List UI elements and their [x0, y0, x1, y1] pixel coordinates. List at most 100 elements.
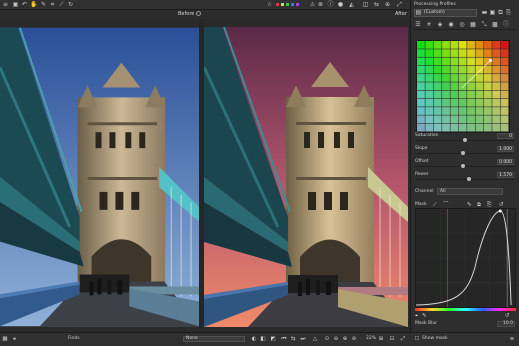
color-grid-cell[interactable]: [458, 41, 467, 49]
color-grid-cell[interactable]: [475, 74, 484, 82]
color-grid-cell[interactable]: [483, 82, 492, 91]
profile-select[interactable]: (Custom): [414, 9, 477, 17]
color-grid-cell[interactable]: [467, 65, 475, 74]
next-image-icon[interactable]: ⏭: [300, 336, 306, 342]
color-grid-cell[interactable]: [467, 74, 475, 82]
color-grid-cell[interactable]: [433, 49, 442, 57]
flip-icon[interactable]: ⇆: [373, 1, 380, 8]
reset-curve-icon[interactable]: ↺: [505, 313, 510, 319]
color-grid-cell[interactable]: [458, 115, 467, 124]
wb-picker-icon[interactable]: ✎: [40, 1, 47, 8]
slider-offset[interactable]: Offset 0.000: [414, 159, 517, 168]
after-image[interactable]: [204, 27, 408, 327]
color-grid-cell[interactable]: [433, 74, 442, 82]
color-grid-cell[interactable]: [425, 41, 434, 49]
color-grid-cell[interactable]: [417, 74, 425, 82]
color-grid-cell[interactable]: [492, 107, 501, 115]
slider-knob[interactable]: [462, 138, 467, 142]
color-grid-cell[interactable]: [500, 107, 509, 115]
slider-saturation[interactable]: Saturation 0: [414, 133, 517, 142]
navigator-icon[interactable]: ⊕: [384, 1, 391, 8]
color-grid-cell[interactable]: [483, 74, 492, 82]
color-grid-cell[interactable]: [442, 74, 450, 82]
color-label-yellow[interactable]: [281, 3, 284, 6]
crop-icon[interactable]: ⌗: [49, 1, 56, 8]
show-mask-checkbox[interactable]: ☐: [414, 336, 420, 342]
color-grid-cell[interactable]: [492, 57, 501, 66]
color-grid-cell[interactable]: [433, 107, 442, 115]
before-lock-icon[interactable]: [196, 11, 202, 16]
curve-point[interactable]: [498, 209, 502, 213]
color-grid-cell[interactable]: [425, 57, 434, 66]
color-grid-cell[interactable]: [500, 65, 509, 74]
color-grid-cell[interactable]: [433, 41, 442, 49]
expand-icon[interactable]: ⤢: [400, 336, 406, 342]
color-grid-cell[interactable]: [492, 65, 501, 74]
slider-knob[interactable]: [460, 151, 465, 155]
color-grid-cell[interactable]: [450, 49, 459, 57]
film-icon[interactable]: ▦: [2, 336, 8, 342]
hand-icon[interactable]: ✋: [30, 1, 37, 8]
color-grid-cell[interactable]: [492, 123, 501, 132]
tab-detail-icon[interactable]: ◈: [436, 21, 444, 29]
tab-favorites-icon[interactable]: ☰: [414, 21, 422, 29]
color-label-blue[interactable]: [291, 3, 294, 6]
color-grid-cell[interactable]: [442, 57, 450, 66]
tab-color-icon[interactable]: ◉: [447, 21, 455, 29]
color-grid-cell[interactable]: [492, 49, 501, 57]
color-grid-cell[interactable]: [467, 57, 475, 66]
color-grid-cell[interactable]: [425, 49, 434, 57]
zoom-fit-icon[interactable]: ⊙: [324, 336, 330, 342]
color-grid-cell[interactable]: [425, 74, 434, 82]
channel-select[interactable]: All: [437, 188, 503, 195]
color-grid-cell[interactable]: [450, 74, 459, 82]
color-grid-cell[interactable]: [442, 82, 450, 91]
color-grid-cell[interactable]: [417, 57, 425, 66]
save-profile-icon[interactable]: ▣: [489, 9, 496, 17]
pencil-icon[interactable]: ✎: [422, 313, 427, 319]
color-grid-cell[interactable]: [492, 90, 501, 99]
histogram-icon[interactable]: ◭: [348, 1, 355, 8]
color-grid-cell[interactable]: [442, 123, 450, 132]
prev-image-icon[interactable]: ⏮: [281, 336, 287, 342]
color-grid-cell[interactable]: [458, 107, 467, 115]
fullscreen-icon[interactable]: ⤢: [396, 1, 403, 8]
color-grid-cell[interactable]: [483, 115, 492, 124]
color-grid-cell[interactable]: [483, 41, 492, 49]
color-grid-cell[interactable]: [458, 57, 467, 66]
color-shift-handle[interactable]: [488, 59, 492, 63]
color-grid-cell[interactable]: [467, 107, 475, 115]
reject-icon[interactable]: ⊗: [317, 1, 324, 8]
tab-exposure-icon[interactable]: ☀: [425, 21, 433, 29]
color-grid-cell[interactable]: [433, 90, 442, 99]
color-grid-cell[interactable]: [417, 82, 425, 91]
color-grid-cell[interactable]: [475, 41, 484, 49]
color-grid-cell[interactable]: [467, 49, 475, 57]
color-grid-cell[interactable]: [433, 57, 442, 66]
color-grid-cell[interactable]: [425, 107, 434, 115]
color-grid-cell[interactable]: [467, 115, 475, 124]
sync-icon[interactable]: ⇆: [290, 336, 296, 342]
color-grid-cell[interactable]: [450, 65, 459, 74]
color-grid-cell[interactable]: [442, 90, 450, 99]
color-grid-cell[interactable]: [492, 115, 501, 124]
color-grid-cell[interactable]: [417, 90, 425, 99]
color-grid-cell[interactable]: [475, 107, 484, 115]
undo-icon[interactable]: ↶: [21, 1, 28, 8]
color-grid-cell[interactable]: [458, 98, 467, 107]
color-grid-cell[interactable]: [475, 57, 484, 66]
color-grid-cell[interactable]: [417, 123, 425, 132]
color-grid-cell[interactable]: [475, 82, 484, 91]
color-grid-cell[interactable]: [417, 98, 425, 107]
color-label-green[interactable]: [286, 3, 289, 6]
color-grid-cell[interactable]: [475, 90, 484, 99]
tab-metadata-icon[interactable]: ⓘ: [502, 21, 510, 29]
color-grid-cell[interactable]: [467, 90, 475, 99]
color-grid-cell[interactable]: [467, 41, 475, 49]
menu-icon[interactable]: ≡: [2, 1, 9, 8]
color-label-icon[interactable]: ●: [337, 1, 344, 8]
slider-knob[interactable]: [467, 177, 472, 181]
color-grid-cell[interactable]: [492, 41, 501, 49]
color-grid-cell[interactable]: [450, 123, 459, 132]
color-grid-cell[interactable]: [450, 107, 459, 115]
